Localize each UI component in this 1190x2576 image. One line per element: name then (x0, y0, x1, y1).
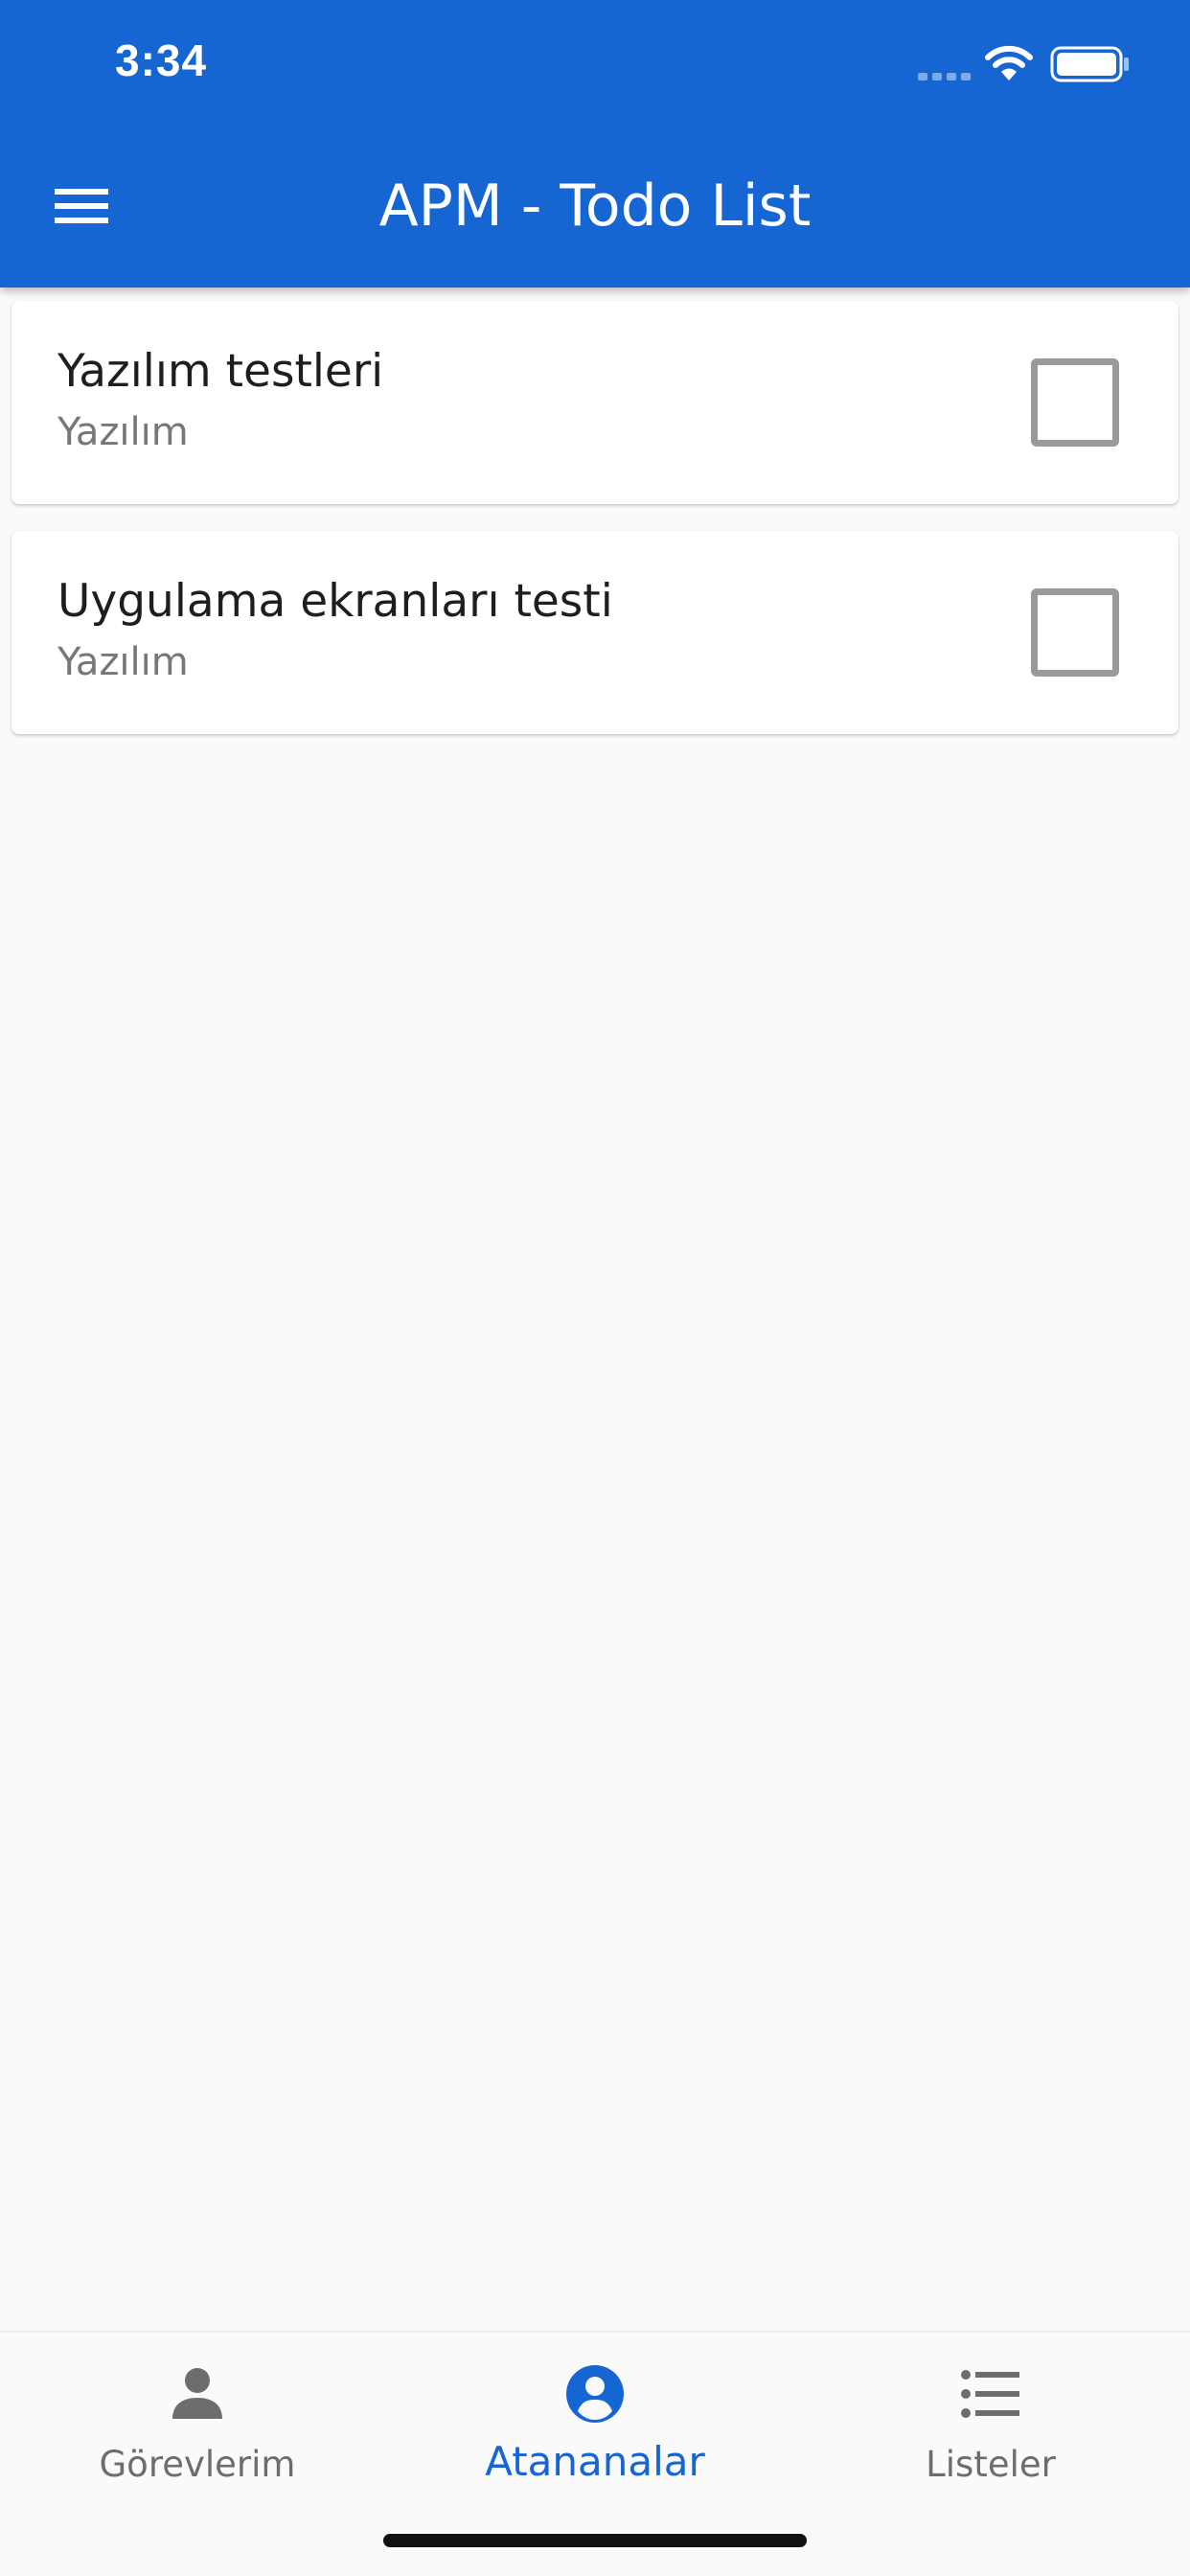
app-bar: 3:34 APM - Todo List (0, 0, 1190, 288)
task-title: Uygulama ekranları testi (57, 575, 613, 628)
page-title: APM - Todo List (378, 172, 812, 240)
nav-label: Atananalar (485, 2438, 705, 2485)
nav-tab-gorevlerim[interactable]: Görevlerim (54, 2363, 341, 2507)
list-icon (961, 2370, 1019, 2418)
wifi-icon (985, 45, 1033, 80)
task-list: Yazılım testleri Yazılım Uygulama ekranl… (11, 301, 1179, 761)
task-card[interactable]: Yazılım testleri Yazılım (11, 301, 1179, 504)
account-circle-icon (566, 2365, 624, 2423)
task-list-name: Yazılım (57, 410, 189, 454)
home-indicator (383, 2534, 807, 2547)
nav-tab-listeler[interactable]: Listeler (847, 2363, 1134, 2507)
nav-tab-atananalar[interactable]: Atananalar (451, 2363, 739, 2507)
cellular-signal-icon (918, 73, 971, 80)
task-card[interactable]: Uygulama ekranları testi Yazılım (11, 531, 1179, 734)
battery-icon (1050, 46, 1129, 82)
task-list-name: Yazılım (57, 640, 189, 684)
task-title: Yazılım testleri (57, 345, 384, 398)
nav-label: Görevlerim (99, 2444, 296, 2485)
task-checkbox[interactable] (1031, 358, 1119, 447)
task-checkbox[interactable] (1031, 588, 1119, 677)
nav-label: Listeler (926, 2444, 1056, 2485)
person-icon (172, 2368, 222, 2419)
status-time: 3:34 (115, 35, 208, 85)
